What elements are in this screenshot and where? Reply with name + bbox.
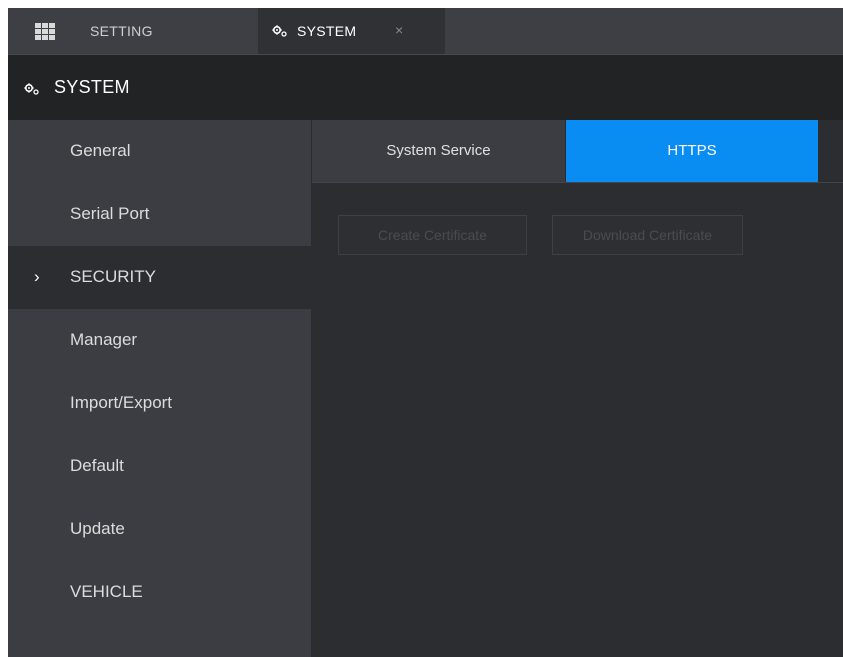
- sidebar-item-manager[interactable]: Manager: [8, 309, 312, 372]
- subtab-bar: System Service HTTPS: [312, 120, 843, 183]
- sidebar-item-import-export[interactable]: Import/Export: [8, 372, 312, 435]
- gear-icon: [272, 25, 287, 37]
- sidebar-item-label: Manager: [70, 330, 138, 349]
- main-content: System Service HTTPS Create Certificate …: [312, 120, 843, 657]
- tab-bar: SETTING SYSTEM ×: [8, 8, 843, 54]
- sidebar-item-default[interactable]: Default: [8, 435, 312, 498]
- tab-setting[interactable]: SETTING: [8, 8, 258, 54]
- sidebar-item-label: VEHICLE: [70, 582, 143, 601]
- sidebar-item-serial-port[interactable]: Serial Port: [8, 183, 312, 246]
- tab-label: HTTPS: [667, 142, 717, 159]
- page-title: SYSTEM: [54, 77, 130, 97]
- tab-system[interactable]: SYSTEM ×: [258, 8, 445, 54]
- sidebar-item-label: Serial Port: [70, 204, 150, 223]
- tab-setting-label: SETTING: [90, 23, 153, 39]
- sidebar-item-label: Default: [70, 456, 124, 475]
- close-icon[interactable]: ×: [395, 22, 403, 38]
- gear-icon: [24, 83, 39, 95]
- chevron-right-icon: ›: [34, 267, 40, 286]
- tab-system-label: SYSTEM: [297, 23, 357, 39]
- sidebar-item-label: Update: [70, 519, 125, 538]
- sidebar-item-security[interactable]: › SECURITY: [8, 246, 312, 309]
- sidebar-item-label: Import/Export: [70, 393, 173, 412]
- sidebar-item-label: General: [70, 141, 131, 160]
- grid-icon[interactable]: [35, 23, 55, 40]
- sidebar-item-vehicle[interactable]: VEHICLE: [8, 561, 312, 624]
- sidebar: General Serial Port › SECURITY Manager I…: [8, 120, 312, 657]
- top-strip: [0, 0, 843, 8]
- sidebar-item-label: SECURITY: [70, 267, 156, 286]
- download-certificate-button[interactable]: Download Certificate: [552, 215, 743, 255]
- page-header: SYSTEM: [8, 54, 843, 120]
- tab-https[interactable]: HTTPS: [566, 120, 818, 182]
- tab-system-service[interactable]: System Service: [312, 120, 565, 182]
- sidebar-item-update[interactable]: Update: [8, 498, 312, 561]
- tab-label: System Service: [386, 142, 491, 159]
- sidebar-item-general[interactable]: General: [8, 120, 312, 183]
- create-certificate-button[interactable]: Create Certificate: [338, 215, 527, 255]
- cropped-title-fragment: [276, 0, 290, 6]
